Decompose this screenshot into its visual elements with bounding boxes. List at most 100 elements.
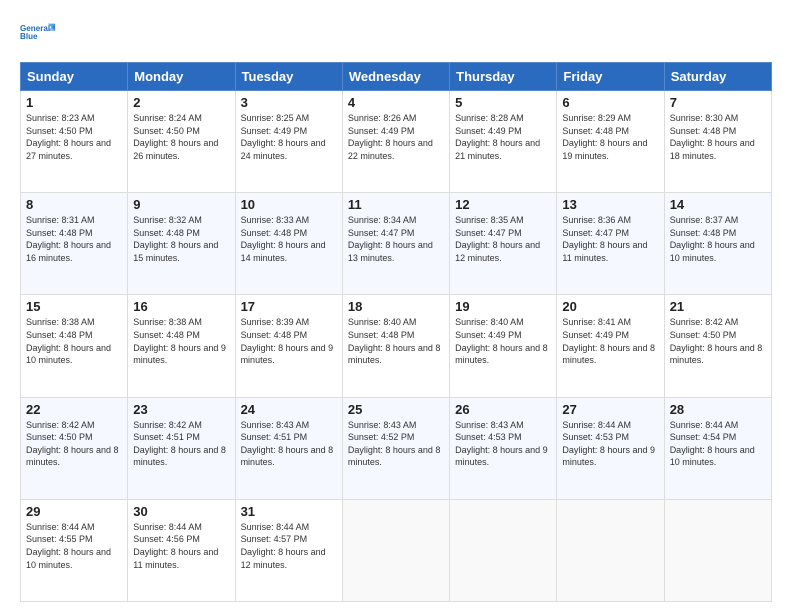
day-number: 13 xyxy=(562,197,658,212)
day-info: Sunrise: 8:26 AM Sunset: 4:49 PM Dayligh… xyxy=(348,112,444,162)
calendar-cell: 26 Sunrise: 8:43 AM Sunset: 4:53 PM Dayl… xyxy=(450,397,557,499)
day-info: Sunrise: 8:31 AM Sunset: 4:48 PM Dayligh… xyxy=(26,214,122,264)
calendar-cell: 12 Sunrise: 8:35 AM Sunset: 4:47 PM Dayl… xyxy=(450,193,557,295)
calendar-cell: 23 Sunrise: 8:42 AM Sunset: 4:51 PM Dayl… xyxy=(128,397,235,499)
day-number: 12 xyxy=(455,197,551,212)
calendar: SundayMondayTuesdayWednesdayThursdayFrid… xyxy=(20,62,772,602)
calendar-cell: 3 Sunrise: 8:25 AM Sunset: 4:49 PM Dayli… xyxy=(235,91,342,193)
week-row-4: 22 Sunrise: 8:42 AM Sunset: 4:50 PM Dayl… xyxy=(21,397,772,499)
calendar-cell: 24 Sunrise: 8:43 AM Sunset: 4:51 PM Dayl… xyxy=(235,397,342,499)
day-info: Sunrise: 8:24 AM Sunset: 4:50 PM Dayligh… xyxy=(133,112,229,162)
logo-svg: General Blue xyxy=(20,16,56,52)
calendar-cell: 27 Sunrise: 8:44 AM Sunset: 4:53 PM Dayl… xyxy=(557,397,664,499)
logo: General Blue xyxy=(20,16,56,52)
svg-text:Blue: Blue xyxy=(20,32,38,41)
day-number: 3 xyxy=(241,95,337,110)
page: General Blue SundayMondayTuesdayWednesda… xyxy=(0,0,792,612)
day-info: Sunrise: 8:28 AM Sunset: 4:49 PM Dayligh… xyxy=(455,112,551,162)
day-info: Sunrise: 8:42 AM Sunset: 4:50 PM Dayligh… xyxy=(670,316,766,366)
day-number: 16 xyxy=(133,299,229,314)
day-info: Sunrise: 8:44 AM Sunset: 4:55 PM Dayligh… xyxy=(26,521,122,571)
day-info: Sunrise: 8:44 AM Sunset: 4:53 PM Dayligh… xyxy=(562,419,658,469)
day-number: 20 xyxy=(562,299,658,314)
dow-header-wednesday: Wednesday xyxy=(342,63,449,91)
header: General Blue xyxy=(20,16,772,52)
calendar-cell: 4 Sunrise: 8:26 AM Sunset: 4:49 PM Dayli… xyxy=(342,91,449,193)
calendar-cell: 7 Sunrise: 8:30 AM Sunset: 4:48 PM Dayli… xyxy=(664,91,771,193)
week-row-5: 29 Sunrise: 8:44 AM Sunset: 4:55 PM Dayl… xyxy=(21,499,772,601)
calendar-cell: 2 Sunrise: 8:24 AM Sunset: 4:50 PM Dayli… xyxy=(128,91,235,193)
day-number: 29 xyxy=(26,504,122,519)
day-info: Sunrise: 8:40 AM Sunset: 4:48 PM Dayligh… xyxy=(348,316,444,366)
day-number: 27 xyxy=(562,402,658,417)
day-header-row: SundayMondayTuesdayWednesdayThursdayFrid… xyxy=(21,63,772,91)
day-number: 7 xyxy=(670,95,766,110)
day-number: 26 xyxy=(455,402,551,417)
calendar-cell: 17 Sunrise: 8:39 AM Sunset: 4:48 PM Dayl… xyxy=(235,295,342,397)
calendar-cell: 29 Sunrise: 8:44 AM Sunset: 4:55 PM Dayl… xyxy=(21,499,128,601)
day-number: 6 xyxy=(562,95,658,110)
day-number: 14 xyxy=(670,197,766,212)
day-info: Sunrise: 8:23 AM Sunset: 4:50 PM Dayligh… xyxy=(26,112,122,162)
dow-header-saturday: Saturday xyxy=(664,63,771,91)
calendar-cell xyxy=(450,499,557,601)
day-info: Sunrise: 8:33 AM Sunset: 4:48 PM Dayligh… xyxy=(241,214,337,264)
calendar-cell: 22 Sunrise: 8:42 AM Sunset: 4:50 PM Dayl… xyxy=(21,397,128,499)
calendar-cell xyxy=(342,499,449,601)
day-info: Sunrise: 8:44 AM Sunset: 4:56 PM Dayligh… xyxy=(133,521,229,571)
day-number: 31 xyxy=(241,504,337,519)
day-info: Sunrise: 8:41 AM Sunset: 4:49 PM Dayligh… xyxy=(562,316,658,366)
day-number: 10 xyxy=(241,197,337,212)
calendar-cell: 13 Sunrise: 8:36 AM Sunset: 4:47 PM Dayl… xyxy=(557,193,664,295)
dow-header-monday: Monday xyxy=(128,63,235,91)
calendar-cell: 14 Sunrise: 8:37 AM Sunset: 4:48 PM Dayl… xyxy=(664,193,771,295)
dow-header-sunday: Sunday xyxy=(21,63,128,91)
calendar-cell xyxy=(664,499,771,601)
day-number: 30 xyxy=(133,504,229,519)
calendar-body: 1 Sunrise: 8:23 AM Sunset: 4:50 PM Dayli… xyxy=(21,91,772,602)
day-number: 11 xyxy=(348,197,444,212)
day-info: Sunrise: 8:25 AM Sunset: 4:49 PM Dayligh… xyxy=(241,112,337,162)
day-info: Sunrise: 8:43 AM Sunset: 4:51 PM Dayligh… xyxy=(241,419,337,469)
calendar-cell: 15 Sunrise: 8:38 AM Sunset: 4:48 PM Dayl… xyxy=(21,295,128,397)
day-number: 8 xyxy=(26,197,122,212)
calendar-cell: 16 Sunrise: 8:38 AM Sunset: 4:48 PM Dayl… xyxy=(128,295,235,397)
day-number: 2 xyxy=(133,95,229,110)
day-info: Sunrise: 8:36 AM Sunset: 4:47 PM Dayligh… xyxy=(562,214,658,264)
day-number: 28 xyxy=(670,402,766,417)
calendar-cell: 25 Sunrise: 8:43 AM Sunset: 4:52 PM Dayl… xyxy=(342,397,449,499)
day-number: 9 xyxy=(133,197,229,212)
dow-header-tuesday: Tuesday xyxy=(235,63,342,91)
day-info: Sunrise: 8:29 AM Sunset: 4:48 PM Dayligh… xyxy=(562,112,658,162)
calendar-cell: 21 Sunrise: 8:42 AM Sunset: 4:50 PM Dayl… xyxy=(664,295,771,397)
day-info: Sunrise: 8:44 AM Sunset: 4:54 PM Dayligh… xyxy=(670,419,766,469)
calendar-cell: 6 Sunrise: 8:29 AM Sunset: 4:48 PM Dayli… xyxy=(557,91,664,193)
dow-header-friday: Friday xyxy=(557,63,664,91)
day-info: Sunrise: 8:38 AM Sunset: 4:48 PM Dayligh… xyxy=(26,316,122,366)
day-info: Sunrise: 8:43 AM Sunset: 4:53 PM Dayligh… xyxy=(455,419,551,469)
calendar-cell: 10 Sunrise: 8:33 AM Sunset: 4:48 PM Dayl… xyxy=(235,193,342,295)
day-number: 18 xyxy=(348,299,444,314)
day-number: 19 xyxy=(455,299,551,314)
day-number: 23 xyxy=(133,402,229,417)
calendar-cell: 30 Sunrise: 8:44 AM Sunset: 4:56 PM Dayl… xyxy=(128,499,235,601)
day-number: 15 xyxy=(26,299,122,314)
day-info: Sunrise: 8:42 AM Sunset: 4:50 PM Dayligh… xyxy=(26,419,122,469)
day-info: Sunrise: 8:35 AM Sunset: 4:47 PM Dayligh… xyxy=(455,214,551,264)
calendar-cell: 28 Sunrise: 8:44 AM Sunset: 4:54 PM Dayl… xyxy=(664,397,771,499)
day-number: 25 xyxy=(348,402,444,417)
day-number: 21 xyxy=(670,299,766,314)
calendar-cell: 11 Sunrise: 8:34 AM Sunset: 4:47 PM Dayl… xyxy=(342,193,449,295)
calendar-cell: 9 Sunrise: 8:32 AM Sunset: 4:48 PM Dayli… xyxy=(128,193,235,295)
day-number: 5 xyxy=(455,95,551,110)
day-number: 4 xyxy=(348,95,444,110)
dow-header-thursday: Thursday xyxy=(450,63,557,91)
day-info: Sunrise: 8:44 AM Sunset: 4:57 PM Dayligh… xyxy=(241,521,337,571)
day-info: Sunrise: 8:34 AM Sunset: 4:47 PM Dayligh… xyxy=(348,214,444,264)
day-info: Sunrise: 8:38 AM Sunset: 4:48 PM Dayligh… xyxy=(133,316,229,366)
calendar-cell: 18 Sunrise: 8:40 AM Sunset: 4:48 PM Dayl… xyxy=(342,295,449,397)
day-number: 1 xyxy=(26,95,122,110)
calendar-cell: 5 Sunrise: 8:28 AM Sunset: 4:49 PM Dayli… xyxy=(450,91,557,193)
calendar-cell: 19 Sunrise: 8:40 AM Sunset: 4:49 PM Dayl… xyxy=(450,295,557,397)
calendar-cell: 1 Sunrise: 8:23 AM Sunset: 4:50 PM Dayli… xyxy=(21,91,128,193)
